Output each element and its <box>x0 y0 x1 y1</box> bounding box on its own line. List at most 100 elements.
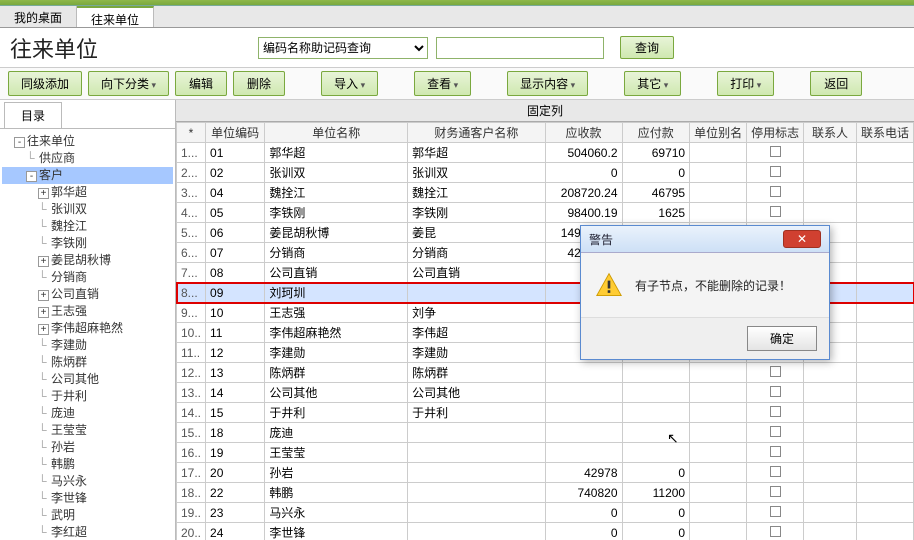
table-row[interactable]: 16..19王莹莹 <box>177 443 914 463</box>
cell-pay: 0 <box>622 463 690 483</box>
cell-stop[interactable] <box>747 443 804 463</box>
tree-node[interactable]: 魏拴江 <box>2 218 173 235</box>
tree-node[interactable]: 于井利 <box>2 388 173 405</box>
checkbox-icon[interactable] <box>770 206 781 217</box>
other-button[interactable]: 其它 <box>624 71 681 96</box>
checkbox-icon[interactable] <box>770 166 781 177</box>
checkbox-icon[interactable] <box>770 526 781 537</box>
cell-stop[interactable] <box>747 423 804 443</box>
checkbox-icon[interactable] <box>770 386 781 397</box>
table-row[interactable]: 20..24李世锋00 <box>177 523 914 540</box>
table-row[interactable]: 13..14公司其他公司其他 <box>177 383 914 403</box>
add-sibling-button[interactable]: 同级添加 <box>8 71 82 96</box>
cell-stop[interactable] <box>747 403 804 423</box>
table-row[interactable]: 18..22韩鹏74082011200 <box>177 483 914 503</box>
checkbox-icon[interactable] <box>770 186 781 197</box>
display-content-button[interactable]: 显示内容 <box>507 71 588 96</box>
tree-node[interactable]: 供应商 <box>2 150 173 167</box>
tree-toggle-icon[interactable]: + <box>38 324 49 335</box>
col-name[interactable]: 单位名称 <box>265 123 408 143</box>
table-row[interactable]: 14..15于井利于井利 <box>177 403 914 423</box>
query-button[interactable]: 查询 <box>620 36 674 59</box>
tree-node[interactable]: -客户 <box>2 167 173 184</box>
tree-node[interactable]: 分销商 <box>2 269 173 286</box>
search-type-select[interactable]: 编码名称助记码查询 <box>258 37 428 59</box>
col-rownum[interactable]: * <box>177 123 206 143</box>
tree-toggle-icon[interactable]: - <box>14 137 25 148</box>
cell-stop[interactable] <box>747 363 804 383</box>
checkbox-icon[interactable] <box>770 366 781 377</box>
tree-node[interactable]: 马兴永 <box>2 473 173 490</box>
dialog-close-button[interactable]: ✕ <box>783 230 821 248</box>
cell-stop[interactable] <box>747 183 804 203</box>
cell-stop[interactable] <box>747 203 804 223</box>
checkbox-icon[interactable] <box>770 486 781 497</box>
checkbox-icon[interactable] <box>770 406 781 417</box>
back-button[interactable]: 返回 <box>810 71 862 96</box>
table-row[interactable]: 3...04魏拴江魏拴江208720.2446795 <box>177 183 914 203</box>
tree-node[interactable]: 李世锋 <box>2 490 173 507</box>
cell-code: 06 <box>206 223 265 243</box>
checkbox-icon[interactable] <box>770 446 781 457</box>
import-button[interactable]: 导入 <box>321 71 378 96</box>
tab-partners[interactable]: 往来单位 <box>77 6 154 27</box>
cell-stop[interactable] <box>747 483 804 503</box>
tree-node[interactable]: 王莹莹 <box>2 422 173 439</box>
cell-stop[interactable] <box>747 163 804 183</box>
tree-node[interactable]: +姜昆胡秋博 <box>2 252 173 269</box>
tree-node[interactable]: 庞迪 <box>2 405 173 422</box>
tree-node[interactable]: 公司其他 <box>2 371 173 388</box>
tree-node[interactable]: 韩鹏 <box>2 456 173 473</box>
tree-toggle-icon[interactable]: + <box>38 290 49 301</box>
col-pay[interactable]: 应付款 <box>622 123 690 143</box>
cell-stop[interactable] <box>747 463 804 483</box>
tab-desktop[interactable]: 我的桌面 <box>0 6 77 27</box>
search-input[interactable] <box>436 37 604 59</box>
sidebar-tab-directory[interactable]: 目录 <box>4 102 62 128</box>
table-row[interactable]: 1...01郭华超郭华超504060.269710 <box>177 143 914 163</box>
cell-stop[interactable] <box>747 503 804 523</box>
checkbox-icon[interactable] <box>770 146 781 157</box>
cell-stop[interactable] <box>747 523 804 540</box>
tree-node[interactable]: 陈炳群 <box>2 354 173 371</box>
checkbox-icon[interactable] <box>770 506 781 517</box>
tree-toggle-icon[interactable]: + <box>38 256 49 267</box>
tree-node[interactable]: 李铁刚 <box>2 235 173 252</box>
table-row[interactable]: 17..20孙岩429780 <box>177 463 914 483</box>
tree-node[interactable]: -往来单位 <box>2 133 173 150</box>
edit-button[interactable]: 编辑 <box>175 71 227 96</box>
tree-node[interactable]: 孙岩 <box>2 439 173 456</box>
table-row[interactable]: 4...05李铁刚李铁刚98400.191625 <box>177 203 914 223</box>
tree-node[interactable]: 李红超 <box>2 524 173 540</box>
print-button[interactable]: 打印 <box>717 71 774 96</box>
col-alias[interactable]: 单位别名 <box>690 123 747 143</box>
col-code[interactable]: 单位编码 <box>206 123 265 143</box>
table-row[interactable]: 12..13陈炳群陈炳群 <box>177 363 914 383</box>
table-row[interactable]: 19..23马兴永00 <box>177 503 914 523</box>
col-contact[interactable]: 联系人 <box>804 123 857 143</box>
tree-toggle-icon[interactable]: - <box>26 171 37 182</box>
tree-node[interactable]: 武明 <box>2 507 173 524</box>
classify-down-button[interactable]: 向下分类 <box>88 71 169 96</box>
tree-node[interactable]: +王志强 <box>2 303 173 320</box>
tree-node[interactable]: +李伟超麻艳然 <box>2 320 173 337</box>
cell-stop[interactable] <box>747 383 804 403</box>
checkbox-icon[interactable] <box>770 466 781 477</box>
col-recv[interactable]: 应收款 <box>545 123 622 143</box>
table-row[interactable]: 2...02张训双张训双00 <box>177 163 914 183</box>
tree-node[interactable]: +郭华超 <box>2 184 173 201</box>
view-button[interactable]: 查看 <box>414 71 471 96</box>
dialog-ok-button[interactable]: 确定 <box>747 326 817 351</box>
table-row[interactable]: 15..18庞迪 <box>177 423 914 443</box>
delete-button[interactable]: 删除 <box>233 71 285 96</box>
col-stop[interactable]: 停用标志 <box>747 123 804 143</box>
tree-node[interactable]: 张训双 <box>2 201 173 218</box>
cell-stop[interactable] <box>747 143 804 163</box>
col-customer[interactable]: 财务通客户名称 <box>408 123 546 143</box>
tree-toggle-icon[interactable]: + <box>38 307 49 318</box>
tree-node[interactable]: +公司直销 <box>2 286 173 303</box>
checkbox-icon[interactable] <box>770 426 781 437</box>
col-phone[interactable]: 联系电话 <box>856 123 913 143</box>
tree-node[interactable]: 李建勋 <box>2 337 173 354</box>
tree-toggle-icon[interactable]: + <box>38 188 49 199</box>
